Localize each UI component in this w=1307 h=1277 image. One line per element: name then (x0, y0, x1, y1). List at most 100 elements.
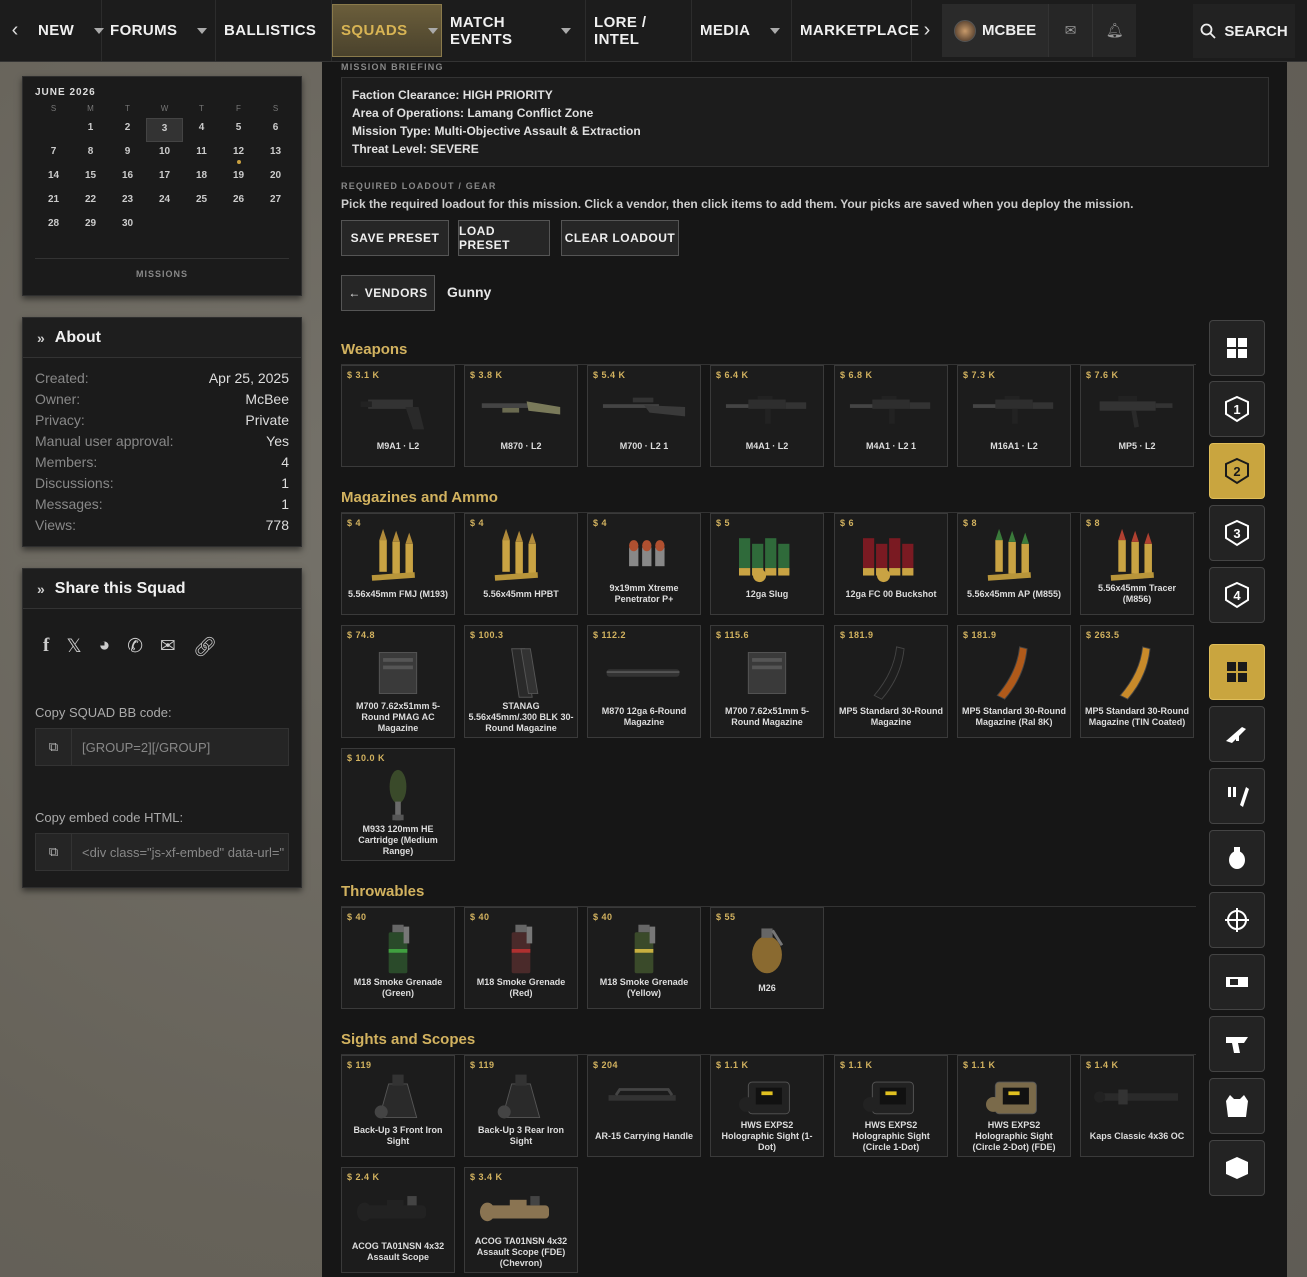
item-card[interactable]: $ 40 M18 Smoke Grenade (Green) (341, 907, 455, 1009)
nav-scroll-left-icon[interactable]: ‹ (0, 0, 30, 61)
item-card[interactable]: $ 8 5.56x45mm Tracer (M856) (1080, 513, 1194, 615)
facebook-icon[interactable]: f (43, 635, 49, 659)
search-button[interactable]: SEARCH (1193, 4, 1295, 58)
calendar-day[interactable]: 17 (146, 166, 183, 190)
item-card[interactable]: $ 3.4 K ACOG TA01NSN 4x32 Assault Scope (… (464, 1167, 578, 1273)
item-card[interactable]: $ 1.1 K HWS EXPS2 Holographic Sight (1-Do… (710, 1055, 824, 1157)
grips-filter-button[interactable] (1209, 1016, 1265, 1072)
calendar-day[interactable]: 11 (183, 142, 220, 166)
nav-marketplace[interactable]: MARKETPLACE (792, 0, 919, 61)
share-header[interactable]: » Share this Squad (23, 569, 301, 609)
weapons-filter-button[interactable] (1209, 706, 1265, 762)
item-card[interactable]: $ 40 M18 Smoke Grenade (Red) (464, 907, 578, 1009)
calendar-day[interactable]: 28 (35, 214, 72, 238)
calendar-day[interactable]: 2 (109, 118, 146, 142)
grid-filter-button[interactable] (1209, 320, 1265, 376)
vendors-back-button[interactable]: ← VENDORS (341, 275, 435, 311)
calendar-day[interactable]: 27 (257, 190, 294, 214)
calendar-day[interactable]: 10 (146, 142, 183, 166)
calendar-day[interactable]: 1 (72, 118, 109, 142)
item-card[interactable]: $ 2.4 K ACOG TA01NSN 4x32 Assault Scope (341, 1167, 455, 1273)
calendar-day[interactable]: 6 (257, 118, 294, 142)
item-card[interactable]: $ 115.6 M700 7.62x51mm 5-Round Magazine (710, 625, 824, 738)
item-card[interactable]: $ 4 5.56x45mm FMJ (M193) (341, 513, 455, 615)
whatsapp-icon[interactable]: ✆ (127, 635, 143, 659)
item-card[interactable]: $ 112.2 M870 12ga 6-Round Magazine (587, 625, 701, 738)
nav-forums[interactable]: FORUMS (102, 0, 216, 61)
chevron-down-icon[interactable] (561, 27, 571, 34)
copy-icon[interactable]: ⧉ (36, 834, 72, 870)
item-card[interactable]: $ 5 12ga Slug (710, 513, 824, 615)
ammo-filter-button[interactable] (1209, 768, 1265, 824)
item-card[interactable]: $ 100.3 STANAG 5.56x45mm/.300 BLK 30-Roun… (464, 625, 578, 738)
item-card[interactable]: $ 1.1 K HWS EXPS2 Holographic Sight (Circ… (957, 1055, 1071, 1157)
calendar-day[interactable]: 30 (109, 214, 146, 238)
calendar-day[interactable]: 4 (183, 118, 220, 142)
nav-media[interactable]: MEDIA (692, 0, 792, 61)
calendar-day[interactable]: 23 (109, 190, 146, 214)
calendar-day[interactable]: 12 (220, 142, 257, 166)
calendar-day[interactable]: 20 (257, 166, 294, 190)
slot-3-filter-button[interactable]: 3 (1209, 505, 1265, 561)
item-card[interactable]: $ 6 12ga FC 00 Buckshot (834, 513, 948, 615)
briefing-textarea[interactable]: Faction Clearance: HIGH PRIORITY Area of … (341, 77, 1269, 167)
calendar-day[interactable]: 19 (220, 166, 257, 190)
calendar-day[interactable]: 15 (72, 166, 109, 190)
item-card[interactable]: $ 6.4 K M4A1 · L2 (710, 365, 824, 467)
item-card[interactable]: $ 40 M18 Smoke Grenade (Yellow) (587, 907, 701, 1009)
item-card[interactable]: $ 204 AR-15 Carrying Handle (587, 1055, 701, 1157)
armor-filter-button[interactable] (1209, 1078, 1265, 1134)
nav-match-events[interactable]: MATCH EVENTS (442, 0, 586, 61)
calendar-day[interactable]: 24 (146, 190, 183, 214)
nav-squads[interactable]: SQUADS (332, 4, 442, 57)
chevron-down-icon[interactable] (197, 27, 208, 34)
calendar-day[interactable]: 22 (72, 190, 109, 214)
item-card[interactable]: $ 263.5 MP5 Standard 30-Round Magazine (T… (1080, 625, 1194, 738)
chevron-down-icon[interactable] (770, 27, 781, 34)
calendar-day[interactable]: 16 (109, 166, 146, 190)
chevron-down-icon[interactable] (427, 27, 438, 34)
item-card[interactable]: $ 1.1 K HWS EXPS2 Holographic Sight (Circ… (834, 1055, 948, 1157)
item-card[interactable]: $ 3.8 K M870 · L2 (464, 365, 578, 467)
nav-ballistics[interactable]: BALLISTICS (216, 0, 347, 61)
all-items-filter-button[interactable] (1209, 644, 1265, 700)
calendar-day[interactable]: 14 (35, 166, 72, 190)
nav-new[interactable]: NEW (30, 0, 105, 61)
calendar-day[interactable]: 7 (35, 142, 72, 166)
item-card[interactable]: $ 4 5.56x45mm HPBT (464, 513, 578, 615)
bell-icon[interactable]: 🔔︎ (1092, 4, 1137, 57)
item-card[interactable]: $ 8 5.56x45mm AP (M855) (957, 513, 1071, 615)
user-menu[interactable]: MCBEE (942, 4, 1049, 57)
sights-filter-button[interactable] (1209, 892, 1265, 948)
gear-filter-button[interactable] (1209, 1140, 1265, 1196)
calendar-day[interactable]: 13 (257, 142, 294, 166)
item-card[interactable]: $ 181.9 MP5 Standard 30-Round Magazine (R… (957, 625, 1071, 738)
item-card[interactable]: $ 7.3 K M16A1 · L2 (957, 365, 1071, 467)
calendar-day[interactable]: 9 (109, 142, 146, 166)
item-card[interactable]: $ 4 9x19mm Xtreme Penetrator P+ (587, 513, 701, 615)
save-preset-button[interactable]: SAVE PRESET (341, 220, 449, 256)
reddit-icon[interactable]: ◕ (99, 635, 110, 659)
item-card[interactable]: $ 6.8 K M4A1 · L2 1 (834, 365, 948, 467)
item-card[interactable]: $ 7.6 K MP5 · L2 (1080, 365, 1194, 467)
missions-link[interactable]: MISSIONS (35, 258, 289, 279)
calendar-day[interactable]: 29 (72, 214, 109, 238)
inbox-icon[interactable]: ✉ (1048, 4, 1093, 57)
bb-code-field[interactable]: ⧉ [GROUP=2][/GROUP] (35, 728, 289, 766)
slot-2-filter-button[interactable]: 2 (1209, 443, 1265, 499)
calendar-day[interactable]: 8 (72, 142, 109, 166)
calendar-day[interactable]: 25 (183, 190, 220, 214)
about-header[interactable]: » About (23, 318, 301, 358)
email-icon[interactable]: ✉ (160, 635, 176, 659)
item-card[interactable]: $ 181.9 MP5 Standard 30-Round Magazine (834, 625, 948, 738)
calendar-day[interactable]: 18 (183, 166, 220, 190)
item-card[interactable]: $ 119 Back-Up 3 Front Iron Sight (341, 1055, 455, 1157)
item-card[interactable]: $ 1.4 K Kaps Classic 4x36 OC (1080, 1055, 1194, 1157)
slot-4-filter-button[interactable]: 4 (1209, 567, 1265, 623)
load-preset-button[interactable]: LOAD PRESET (458, 220, 550, 256)
item-card[interactable]: $ 3.1 K M9A1 · L2 (341, 365, 455, 467)
item-card[interactable]: $ 5.4 K M700 · L2 1 (587, 365, 701, 467)
slot-1-filter-button[interactable]: 1 (1209, 381, 1265, 437)
clear-loadout-button[interactable]: CLEAR LOADOUT (561, 220, 679, 256)
embed-code-field[interactable]: ⧉ <div class="js-xf-embed" data-url=" (35, 833, 289, 871)
